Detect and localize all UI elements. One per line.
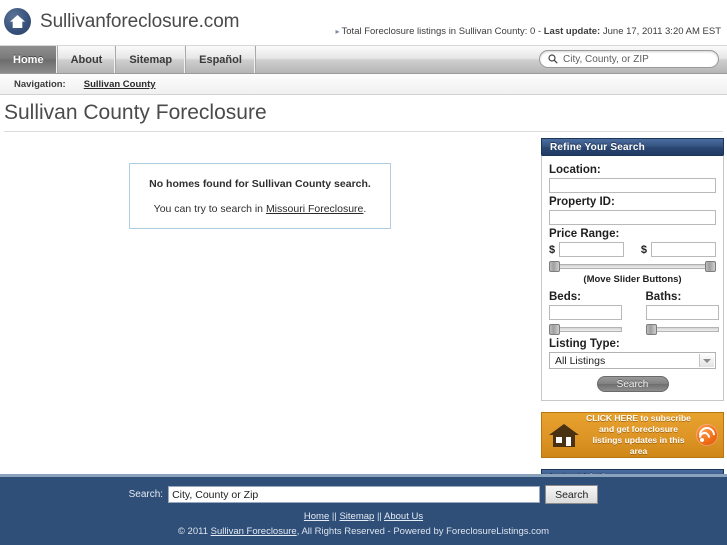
bullet-arrow-icon: ▸ [335,27,340,36]
nav-item-sitemap[interactable]: Sitemap [116,46,187,73]
refine-search-body: Location: Property ID: Price Range: $ $ [541,155,724,401]
breadcrumb-link-sullivan-county[interactable]: Sullivan County [84,79,156,90]
footer-link-sep-1: || [329,511,340,522]
beds-slider-handle[interactable] [549,324,560,335]
baths-group: Baths: [633,288,719,335]
site-header: Sullivanforeclosure.com ▸ Total Foreclosu… [0,0,727,45]
footer-link-home[interactable]: Home [304,511,329,522]
status-last-update-label: Last update: [543,26,601,37]
footer-search-form: Search: Search [0,485,727,504]
refine-search-button[interactable]: Search [596,376,669,392]
copyright-suffix: , All Rights Reserved - Powered by Forec… [296,526,550,537]
refine-search-heading: Refine Your Search [550,141,645,153]
beds-input[interactable] [549,305,622,320]
site-footer: Search: Search Home || Sitemap || About … [0,474,727,545]
refine-search-panel: Refine Your Search Location: Property ID… [541,138,724,401]
breadcrumb-label: Navigation: [14,78,66,90]
footer-links: Home || Sitemap || About Us [0,511,727,522]
footer-link-sitemap[interactable]: Sitemap [339,511,374,522]
listing-type-label: Listing Type: [549,338,620,350]
rss-icon[interactable] [695,423,719,447]
status-last-update-value: June 17, 2011 3:20 AM EST [600,26,721,37]
breadcrumb: Navigation: Sullivan County [0,74,727,95]
footer-link-sep-2: || [374,511,385,522]
status-text-primary: Total Foreclosure listings in Sullivan C… [341,26,544,37]
subscribe-line-2: and get foreclosure [599,424,678,434]
price-min-currency: $ [549,243,556,256]
footer-copyright: © 2011 Sullivan Foreclosure, All Rights … [0,526,727,537]
beds-group: Beds: [549,288,633,335]
listing-count-status: ▸ Total Foreclosure listings in Sullivan … [336,26,722,37]
chevron-down-glyph [703,358,711,363]
footer-search-input[interactable] [168,486,541,503]
main-navigation: Home About Sitemap Español City, County,… [0,45,727,74]
footer-search-label: Search: [128,489,164,500]
price-range-slider[interactable] [549,261,716,272]
subscribe-banner[interactable]: CLICK HERE to subscribe and get foreclos… [541,412,724,458]
subscribe-line-3: listings updates in this area [592,435,685,456]
baths-label: Baths: [645,291,682,303]
baths-input[interactable] [645,305,719,320]
price-slider-handle-min[interactable] [549,261,560,272]
missouri-foreclosure-link[interactable]: Missouri Foreclosure [266,203,363,215]
price-max-input[interactable] [651,242,716,257]
sidebar: Refine Your Search Location: Property ID… [538,132,727,508]
nav-item-espanol-label: Español [199,53,242,66]
location-input[interactable] [549,178,716,193]
price-range-row: $ $ [549,242,716,257]
site-logo[interactable]: Sullivanforeclosure.com [4,8,240,35]
page-title: Sullivan County Foreclosure [4,101,267,124]
location-label: Location: [549,164,601,176]
baths-slider-handle[interactable] [645,324,657,335]
nav-item-home-label: Home [13,53,44,66]
no-results-sub-prefix: You can try to search in [153,203,266,215]
no-results-notice: No homes found for Sullivan County searc… [129,163,391,229]
content-area: No homes found for Sullivan County searc… [0,132,727,508]
nav-item-sitemap-label: Sitemap [129,53,173,66]
nav-item-about[interactable]: About [58,46,117,73]
page-root: Sullivanforeclosure.com ▸ Total Foreclosu… [0,0,727,545]
beds-baths-row: Beds: Baths: [549,288,719,335]
price-range-label: Price Range: [549,228,620,240]
no-results-sub-suffix: . [363,203,367,215]
footer-search-button[interactable]: Search [545,485,599,504]
header-search-placeholder: City, County, or ZIP [563,53,649,65]
no-results-title: No homes found for Sullivan County searc… [149,178,371,190]
price-slider-handle-max[interactable] [705,261,716,272]
nav-item-home[interactable]: Home [0,46,58,73]
house-icon [549,424,579,447]
header-search-box[interactable]: City, County, or ZIP [539,50,719,68]
house-in-circle-icon [4,8,31,35]
price-min-input[interactable] [559,242,625,257]
property-id-label: Property ID: [549,196,615,208]
copyright-link[interactable]: Sullivan Foreclosure [211,526,297,537]
price-max-currency: $ [640,243,647,256]
baths-slider[interactable] [645,324,719,335]
nav-item-about-label: About [70,53,103,66]
price-slider-track [549,264,716,269]
listing-type-selected-value: All Listings [555,354,606,367]
chevron-down-icon[interactable] [699,354,714,367]
no-results-subtext: You can try to search in Missouri Forecl… [140,203,380,215]
search-icon [548,54,558,64]
main-column: No homes found for Sullivan County searc… [0,132,538,489]
subscribe-text: CLICK HERE to subscribe and get foreclos… [581,413,696,457]
refine-search-button-wrap: Search [549,376,716,392]
listing-type-select[interactable]: All Listings [549,352,716,369]
beds-slider[interactable] [549,324,622,335]
rss-arc-outer [695,423,719,447]
copyright-prefix: © 2011 [177,526,211,537]
refine-search-header: Refine Your Search [541,138,724,155]
beds-label: Beds: [549,291,581,303]
nav-item-espanol[interactable]: Español [186,46,256,73]
property-id-input[interactable] [549,210,716,225]
site-title: Sullivanforeclosure.com [40,10,240,32]
footer-link-about-us[interactable]: About Us [384,511,423,522]
subscribe-line-1: CLICK HERE to subscribe [586,413,691,423]
slider-hint-text: (Move Slider Buttons) [583,274,682,285]
